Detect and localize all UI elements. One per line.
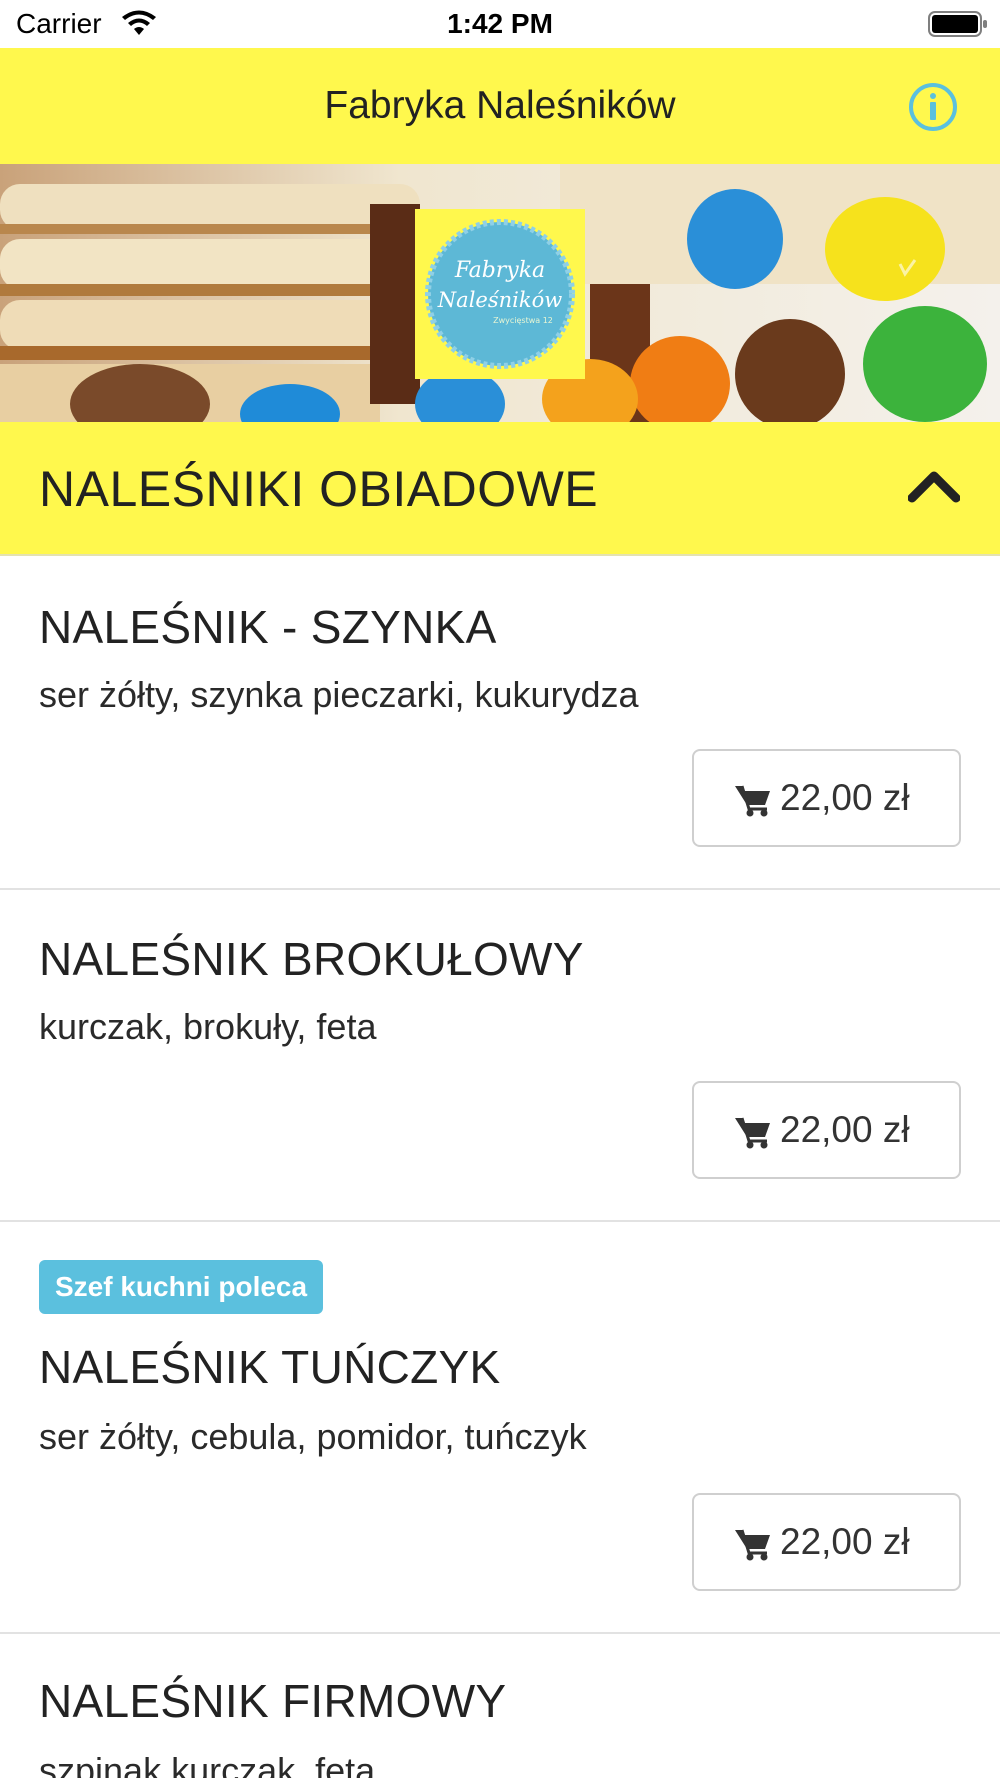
- clock: 1:42 PM: [447, 8, 553, 39]
- menu-item-description: kurczak, brokuły, feta: [39, 1006, 377, 1047]
- nav-bar: Fabryka Naleśników: [0, 48, 1000, 164]
- chevron-up-icon[interactable]: [908, 466, 960, 506]
- restaurant-logo: Fabryka Naleśników Zwycięstwa 12: [415, 209, 585, 379]
- menu-item: NALEŚNIK - SZYNKA ser żółty, szynka piec…: [0, 556, 1000, 890]
- info-icon[interactable]: [908, 82, 958, 132]
- status-bar: Carrier 1:42 PM: [0, 0, 1000, 48]
- hero-banner: Fabryka Naleśników Zwycięstwa 12: [0, 164, 1000, 422]
- cart-icon: [735, 1529, 770, 1561]
- svg-text:Fabryka: Fabryka: [454, 258, 545, 283]
- price-label: 22,00 zł: [780, 1521, 910, 1562]
- menu-item-description: szpinak kurczak, feta: [39, 1750, 376, 1778]
- cart-icon: [735, 785, 770, 817]
- price-label: 22,00 zł: [780, 777, 910, 818]
- menu-item-name: NALEŚNIK TUŃCZYK: [39, 1341, 501, 1393]
- category-header[interactable]: NALEŚNIKI OBIADOWE: [0, 422, 1000, 556]
- logo-badge-icon: Fabryka Naleśników Zwycięstwa 12: [425, 219, 575, 369]
- app-screen: Carrier 1:42 PM Fabryka Naleśników Fabry…: [0, 0, 1000, 1778]
- add-to-cart-button[interactable]: 22,00 zł: [692, 749, 961, 847]
- menu-item: NALEŚNIK FIRMOWY szpinak kurczak, feta: [0, 1634, 1000, 1778]
- chef-recommends-badge: Szef kuchni poleca: [39, 1260, 324, 1314]
- battery-icon: [928, 11, 987, 37]
- svg-text:Zwycięstwa 12: Zwycięstwa 12: [493, 316, 553, 325]
- menu-item: Szef kuchni poleca NALEŚNIK TUŃCZYK ser …: [0, 1222, 1000, 1634]
- menu-item-name: NALEŚNIK FIRMOWY: [39, 1675, 507, 1727]
- cart-icon: [735, 1117, 770, 1149]
- menu-item-description: ser żółty, cebula, pomidor, tuńczyk: [39, 1416, 587, 1457]
- price-label: 22,00 zł: [780, 1109, 910, 1150]
- category-title: NALEŚNIKI OBIADOWE: [39, 461, 599, 517]
- menu-item-name: NALEŚNIK - SZYNKA: [39, 601, 497, 653]
- menu-item-description: ser żółty, szynka pieczarki, kukurydza: [39, 674, 639, 715]
- svg-text:Naleśników: Naleśników: [437, 288, 562, 312]
- menu-item: NALEŚNIK BROKUŁOWY kurczak, brokuły, fet…: [0, 890, 1000, 1222]
- add-to-cart-button[interactable]: 22,00 zł: [692, 1493, 961, 1591]
- page-title: Fabryka Naleśników: [324, 84, 676, 127]
- menu-item-name: NALEŚNIK BROKUŁOWY: [39, 933, 584, 985]
- add-to-cart-button[interactable]: 22,00 zł: [692, 1081, 961, 1179]
